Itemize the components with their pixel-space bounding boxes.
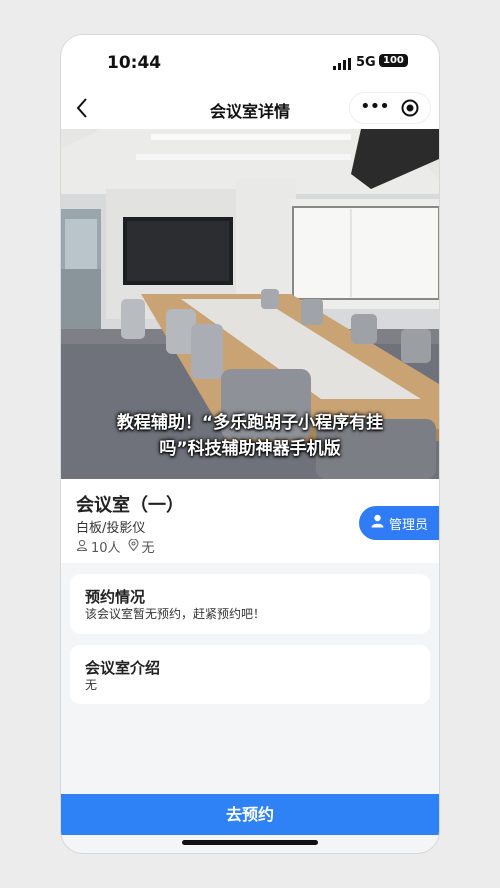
- reservation-title: 预约情况: [85, 588, 146, 606]
- room-photo: 教程辅助！“多乐跑胡子小程序有挂 吗”科技辅助神器手机版: [61, 129, 439, 479]
- room-meta: 10人 无: [76, 537, 155, 556]
- reservation-text: 该会议室暂无预约，赶紧预约吧！: [85, 607, 266, 621]
- room-location: 无: [141, 541, 155, 556]
- status-time: 10:44: [107, 53, 162, 73]
- watermark-text: 教程辅助！“多乐跑胡子小程序有挂 吗”科技辅助神器手机版: [61, 410, 439, 462]
- room-info-panel: 会议室（一） 白板/投影仪 10人 无 管理员: [61, 479, 439, 563]
- room-name: 会议室（一）: [76, 495, 184, 516]
- network-label: 5G: [356, 55, 376, 70]
- home-indicator: [182, 840, 318, 845]
- room-capacity: 10人: [91, 541, 121, 556]
- intro-card: 会议室介绍 无: [70, 645, 430, 704]
- location-pin-icon: [127, 537, 139, 555]
- reservation-card: 预约情况 该会议室暂无预约，赶紧预约吧！: [70, 574, 430, 634]
- nav-bar: 会议室详情 •••: [61, 87, 439, 129]
- admin-person-icon: [371, 514, 384, 532]
- more-dots-icon[interactable]: •••: [360, 98, 390, 116]
- status-bar: 10:44 5G 100: [61, 35, 439, 87]
- admin-button-label: 管理员: [389, 517, 429, 533]
- intro-text: 无: [85, 678, 98, 692]
- signal-icon: [333, 55, 353, 74]
- mini-program-capsule: •••: [349, 92, 431, 124]
- target-icon[interactable]: [401, 99, 419, 121]
- book-button[interactable]: 去预约: [61, 794, 439, 835]
- watermark-line-2: 吗”科技辅助神器手机版: [159, 439, 341, 459]
- phone-screen: 10:44 5G 100 会议室详情 ••• 教程辅助！“多乐跑胡子小程序有挂 …: [61, 35, 439, 853]
- intro-title: 会议室介绍: [85, 659, 161, 677]
- room-equipment: 白板/投影仪: [76, 521, 146, 536]
- person-icon: [76, 539, 88, 555]
- battery-icon: 100: [379, 54, 408, 67]
- watermark-line-1: 教程辅助！“多乐跑胡子小程序有挂: [116, 413, 384, 433]
- admin-button[interactable]: 管理员: [359, 506, 439, 540]
